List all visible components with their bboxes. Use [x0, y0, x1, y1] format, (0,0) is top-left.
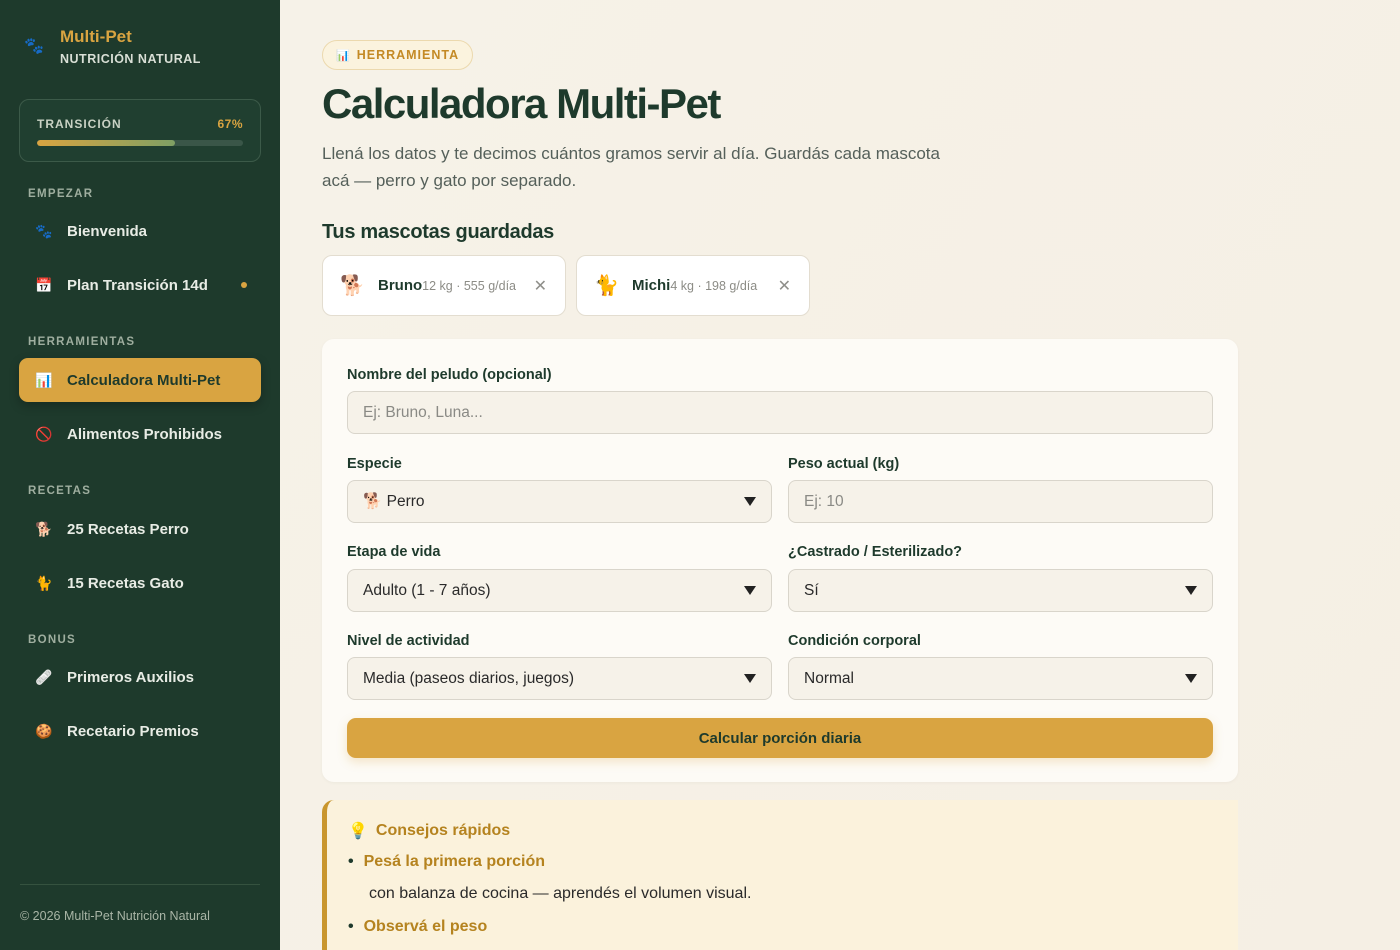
- quick-tips-panel: 💡 Consejos rápidos • Pesá la primera por…: [322, 800, 1238, 950]
- chevron-down-icon: [1185, 586, 1197, 595]
- chevron-down-icon: [744, 674, 756, 683]
- saved-pet-chip[interactable]: 🐕 Bruno 12 kg · 555 g/día ✕: [322, 255, 566, 316]
- paw-icon: 🐾: [35, 222, 53, 239]
- close-icon[interactable]: ✕: [778, 276, 791, 296]
- main-content: 📊 HERRAMIENTA Calculadora Multi-Pet Llen…: [280, 0, 1400, 950]
- progress-percent: 67%: [217, 117, 243, 131]
- sidebar: 🐾 Multi-Pet NUTRICIÓN NATURAL TRANSICIÓN…: [0, 0, 280, 950]
- sidebar-item-label: Recetario Premios: [67, 722, 199, 740]
- page-title: Calculadora Multi-Pet: [322, 80, 721, 127]
- species-value: 🐕 Perro: [363, 493, 425, 510]
- pet-meta: 4 kg · 198 g/día: [670, 279, 758, 293]
- cat-icon: 🐈: [594, 275, 619, 297]
- pet-name: Michi: [632, 277, 671, 294]
- tip-heading: Observá el peso: [363, 918, 488, 935]
- brand[interactable]: 🐾 Multi-Pet NUTRICIÓN NATURAL: [24, 26, 201, 66]
- sidebar-footer: © 2026 Multi-Pet Nutrición Natural: [20, 884, 260, 923]
- sidebar-item-label: Bienvenida: [67, 222, 148, 240]
- transition-progress-card: TRANSICIÓN 67%: [19, 99, 261, 162]
- lightbulb-icon: 💡: [348, 823, 368, 840]
- sidebar-item-label: Calculadora Multi-Pet: [67, 371, 221, 389]
- chart-icon: 📊: [35, 371, 53, 388]
- pet-meta: 12 kg · 555 g/día: [422, 279, 516, 293]
- chevron-down-icon: [744, 497, 756, 506]
- activity-value: Media (paseos diarios, juegos): [363, 669, 575, 687]
- saved-pets-title: Tus mascotas guardadas: [322, 221, 555, 243]
- prohibited-icon: 🚫: [35, 425, 53, 442]
- nav-section-herramientas: HERRAMIENTAS: [28, 336, 136, 348]
- tip-item: • Pesá la primera porción: [348, 853, 545, 871]
- nav-section-empezar: EMPEZAR: [28, 188, 94, 200]
- life-stage-select[interactable]: Adulto (1 - 7 años): [347, 569, 772, 612]
- sidebar-item-bienvenida[interactable]: 🐾 Bienvenida: [19, 209, 261, 253]
- sidebar-item-recetas-perro[interactable]: 🐕 25 Recetas Perro: [19, 507, 261, 551]
- weight-input[interactable]: Ej: 10: [788, 480, 1213, 523]
- close-icon[interactable]: ✕: [534, 276, 547, 296]
- cat-icon: 🐈: [35, 574, 53, 591]
- section-badge: 📊 HERRAMIENTA: [322, 40, 474, 70]
- species-select[interactable]: 🐕 Perro: [347, 480, 772, 523]
- dog-icon: 🐕: [340, 275, 365, 297]
- sidebar-item-alimentos-prohibidos[interactable]: 🚫 Alimentos Prohibidos: [19, 412, 261, 456]
- bullet: •: [348, 918, 354, 935]
- sidebar-item-recetas-gato[interactable]: 🐈 15 Recetas Gato: [19, 561, 261, 605]
- progress-track: [37, 140, 243, 146]
- chart-icon: 📊: [336, 49, 351, 62]
- pet-name: Bruno: [378, 277, 423, 294]
- chevron-down-icon: [1185, 674, 1197, 683]
- progress-fill: [37, 140, 176, 146]
- sidebar-item-calculadora[interactable]: 📊 Calculadora Multi-Pet: [19, 358, 261, 402]
- cookie-icon: 🍪: [35, 722, 53, 739]
- sidebar-item-label: Alimentos Prohibidos: [67, 425, 223, 443]
- calculator-form: Nombre del peludo (opcional) Ej: Bruno, …: [322, 339, 1238, 782]
- calculate-button[interactable]: Calcular porción diaria: [347, 718, 1213, 758]
- paw-icon: 🐾: [24, 38, 44, 55]
- activity-select[interactable]: Media (paseos diarios, juegos): [347, 657, 772, 700]
- body-condition-label: Condición corporal: [788, 633, 921, 649]
- saved-pet-chip[interactable]: 🐈 Michi 4 kg · 198 g/día ✕: [576, 255, 810, 316]
- tip-heading: Pesá la primera porción: [363, 853, 546, 870]
- brand-title: Multi-Pet: [60, 27, 132, 46]
- sidebar-item-recetario-premios[interactable]: 🍪 Recetario Premios: [19, 709, 261, 753]
- nav-section-bonus: BONUS: [28, 634, 77, 646]
- sidebar-item-label: Plan Transición 14d: [67, 276, 208, 294]
- pet-name-input[interactable]: Ej: Bruno, Luna...: [347, 391, 1213, 434]
- bandage-icon: 🩹: [35, 668, 53, 685]
- species-label: Especie: [347, 456, 402, 472]
- tips-title-text: Consejos rápidos: [375, 822, 511, 839]
- page-subtitle: Llená los datos y te decimos cuántos gra…: [322, 144, 940, 190]
- tips-title: 💡 Consejos rápidos: [348, 821, 510, 841]
- calendar-icon: 📅: [35, 276, 53, 293]
- life-stage-label: Etapa de vida: [347, 544, 441, 560]
- neutered-value: Sí: [804, 581, 819, 599]
- progress-label: TRANSICIÓN: [37, 117, 122, 131]
- tip-text: con balanza de cocina — aprendés el volu…: [369, 885, 752, 902]
- sidebar-item-label: Primeros Auxilios: [67, 668, 194, 686]
- brand-subtitle: NUTRICIÓN NATURAL: [60, 52, 201, 66]
- body-condition-select[interactable]: Normal: [788, 657, 1213, 700]
- dog-icon: 🐕: [35, 520, 53, 537]
- name-label: Nombre del peludo (opcional): [347, 367, 552, 383]
- life-stage-value: Adulto (1 - 7 años): [363, 581, 491, 599]
- sidebar-item-primeros-auxilios[interactable]: 🩹 Primeros Auxilios: [19, 655, 261, 699]
- chevron-down-icon: [744, 586, 756, 595]
- weight-label: Peso actual (kg): [788, 456, 900, 472]
- tip-item: • Observá el peso: [348, 918, 487, 936]
- body-condition-value: Normal: [804, 669, 854, 687]
- badge-label: HERRAMIENTA: [356, 48, 460, 62]
- neutered-select[interactable]: Sí: [788, 569, 1213, 612]
- activity-label: Nivel de actividad: [347, 633, 470, 649]
- sidebar-item-plan-transicion[interactable]: 📅 Plan Transición 14d: [19, 263, 261, 307]
- sidebar-item-label: 15 Recetas Gato: [67, 574, 184, 592]
- sidebar-item-label: 25 Recetas Perro: [67, 520, 189, 538]
- unread-dot: [241, 282, 247, 288]
- bullet: •: [348, 853, 354, 870]
- nav-section-recetas: RECETAS: [28, 485, 92, 497]
- neutered-label: ¿Castrado / Esterilizado?: [788, 544, 963, 560]
